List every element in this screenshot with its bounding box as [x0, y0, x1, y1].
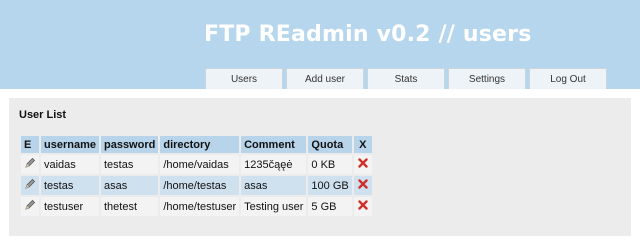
edit-cell: [21, 176, 39, 195]
pencil-icon[interactable]: [24, 199, 36, 211]
pencil-icon[interactable]: [24, 157, 36, 169]
table-header-row: E username password directory Comment Qu…: [21, 136, 372, 153]
delete-icon[interactable]: [358, 179, 368, 189]
table-row: testuser thetest /home/testuser Testing …: [21, 197, 372, 216]
table-row: vaidas testas /home/vaidas 1235čąęė 0 KB: [21, 155, 372, 174]
tab-settings[interactable]: Settings: [448, 68, 526, 89]
directory-cell: /home/testas: [160, 176, 240, 195]
col-header-edit: E: [21, 136, 39, 153]
pencil-icon[interactable]: [24, 178, 36, 190]
username-cell: vaidas: [41, 155, 99, 174]
comment-cell: 1235čąęė: [241, 155, 307, 174]
header-banner: FTP REadmin v0.2 // users Users Add user…: [0, 0, 640, 89]
quota-cell: 0 KB: [308, 155, 352, 174]
password-cell: testas: [100, 155, 159, 174]
col-header-comment: Comment: [241, 136, 307, 153]
user-table: E username password directory Comment Qu…: [19, 134, 374, 218]
col-header-username: username: [41, 136, 99, 153]
delete-icon[interactable]: [358, 158, 368, 168]
comment-cell: asas: [241, 176, 307, 195]
delete-icon[interactable]: [358, 200, 368, 210]
password-cell: asas: [100, 176, 159, 195]
quota-cell: 100 GB: [308, 176, 352, 195]
tab-stats[interactable]: Stats: [367, 68, 445, 89]
tab-users[interactable]: Users: [205, 68, 283, 89]
table-row: testas asas /home/testas asas 100 GB: [21, 176, 372, 195]
tab-log-out[interactable]: Log Out: [529, 68, 607, 89]
edit-cell: [21, 197, 39, 216]
password-cell: thetest: [100, 197, 159, 216]
comment-cell: Testing user: [241, 197, 307, 216]
main-content: User List E username password directory …: [9, 98, 631, 236]
col-header-quota: Quota: [308, 136, 352, 153]
directory-cell: /home/testuser: [160, 197, 240, 216]
delete-cell: [353, 176, 372, 195]
col-header-directory: directory: [160, 136, 240, 153]
app-title: FTP REadmin v0.2 // users: [204, 22, 532, 47]
username-cell: testas: [41, 176, 99, 195]
quota-cell: 5 GB: [308, 197, 352, 216]
username-cell: testuser: [41, 197, 99, 216]
col-header-delete: X: [353, 136, 372, 153]
directory-cell: /home/vaidas: [160, 155, 240, 174]
tab-add-user[interactable]: Add user: [286, 68, 364, 89]
delete-cell: [353, 155, 372, 174]
col-header-password: password: [100, 136, 159, 153]
edit-cell: [21, 155, 39, 174]
delete-cell: [353, 197, 372, 216]
user-list-title: User List: [19, 109, 67, 121]
